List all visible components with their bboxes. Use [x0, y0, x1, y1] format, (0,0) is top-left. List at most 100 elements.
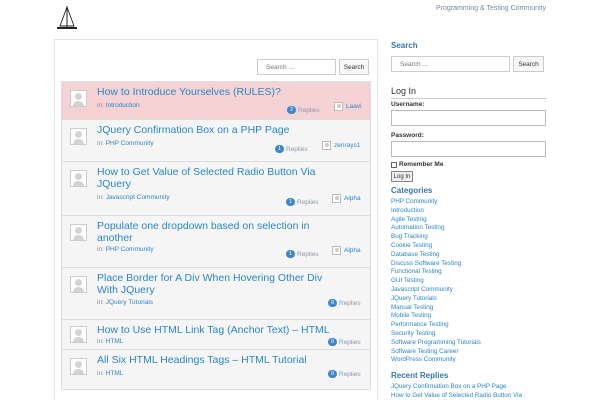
- category-link[interactable]: PHP Community: [391, 198, 547, 207]
- category-list: PHP Community Introduction Agile Testing Au…: [391, 198, 547, 365]
- category-link[interactable]: Functional Testing: [391, 268, 547, 277]
- sidebar-search-button[interactable]: Search: [513, 56, 544, 72]
- topic-avatar[interactable]: [70, 90, 87, 107]
- category-link[interactable]: Introduction: [391, 207, 547, 216]
- sidebar-search-title: Search: [391, 41, 418, 50]
- topic-replies: 2 Replies: [287, 106, 320, 114]
- category-link[interactable]: Security Testing: [391, 330, 547, 339]
- site-tagline: Programming & Testing Community: [436, 5, 546, 12]
- topic-forum-link[interactable]: JQuery Tutorials: [106, 299, 153, 306]
- topic-title[interactable]: How to Get Value of Selected Radio Butto…: [97, 166, 337, 190]
- category-link[interactable]: Software Testing Career: [391, 348, 547, 357]
- topic-row: Place Border for A Div When Hovering Oth…: [62, 268, 370, 320]
- topic-row: Populate one dropdown based on selection…: [62, 216, 370, 268]
- reply-count-badge: 2: [287, 106, 296, 114]
- user-avatar-icon: [322, 141, 331, 150]
- category-link[interactable]: Manual Testing: [391, 304, 547, 313]
- category-link[interactable]: Bug Tracking: [391, 233, 547, 242]
- topic-forum: in: PHP Community: [97, 140, 154, 147]
- topic-last-user[interactable]: Alpha: [332, 194, 361, 203]
- topic-forum-link[interactable]: Javascript Community: [106, 194, 170, 201]
- remember-me[interactable]: Remember Me: [391, 161, 547, 168]
- topic-avatar[interactable]: [70, 326, 87, 343]
- topic-row: How to Use HTML Link Tag (Anchor Text) –…: [62, 320, 370, 350]
- password-field[interactable]: [391, 140, 546, 157]
- topic-forum: in: JQuery Tutorials: [97, 299, 154, 306]
- topic-avatar[interactable]: [70, 128, 87, 145]
- topic-title[interactable]: JQuery Confirmation Box on a PHP Page: [97, 124, 337, 137]
- reply-count-badge: 1: [286, 198, 295, 206]
- topic-last-user[interactable]: zenrays1: [322, 141, 360, 150]
- topic-replies: 1 Replies: [275, 145, 308, 153]
- topic-forum: in: Javascript Community: [97, 194, 170, 201]
- category-link[interactable]: Database Testing: [391, 251, 547, 260]
- remember-me-checkbox[interactable]: [391, 161, 397, 168]
- topic-row: How to Introduce Yourselves (RULES)? in:…: [62, 82, 370, 120]
- category-link[interactable]: Cookie Testing: [391, 242, 547, 251]
- topic-title[interactable]: Place Border for A Div When Hovering Oth…: [97, 272, 337, 296]
- sidebar-search-input[interactable]: [391, 56, 510, 72]
- forum-main-panel: Search How to Introduce Yourselves (RULE…: [54, 39, 378, 400]
- topic-replies: 0 Replies: [328, 338, 361, 346]
- sidebar-search: Search: [391, 56, 547, 72]
- topic-forum-link[interactable]: Introduction: [106, 102, 140, 109]
- topic-forum-link[interactable]: PHP Community: [106, 246, 154, 253]
- login-button[interactable]: Log In: [391, 171, 413, 182]
- reply-count-badge: 0: [328, 370, 337, 378]
- forum-search: Search: [257, 59, 369, 75]
- topic-avatar[interactable]: [70, 276, 87, 293]
- sidebar: Search Search Log In Username: Password:…: [391, 41, 547, 400]
- recent-replies-title: Recent Replies: [391, 371, 449, 381]
- topic-forum: in: PHP Community: [97, 246, 154, 253]
- topic-replies: 0 Replies: [328, 299, 361, 307]
- category-link[interactable]: Javascript Community: [391, 286, 547, 295]
- topic-forum-link[interactable]: PHP Community: [106, 140, 154, 147]
- user-avatar-icon: [334, 102, 343, 111]
- reply-count-badge: 1: [286, 250, 295, 258]
- topic-forum: in: HTML: [97, 370, 124, 377]
- topic-replies: 0 Replies: [328, 370, 361, 378]
- topic-last-user[interactable]: Alpha: [332, 246, 361, 255]
- reply-count-badge: 1: [275, 145, 284, 153]
- forum-search-button[interactable]: Search: [339, 59, 369, 75]
- topic-title[interactable]: How to Use HTML Link Tag (Anchor Text) –…: [97, 324, 337, 337]
- category-link[interactable]: Software Programming Tutorials: [391, 339, 547, 348]
- topic-avatar[interactable]: [70, 170, 87, 187]
- topic-forum-link[interactable]: HTML: [106, 370, 124, 377]
- topic-title[interactable]: All Six HTML Headings Tags – HTML Tutori…: [97, 354, 337, 367]
- forum-search-input[interactable]: [257, 59, 336, 75]
- category-link[interactable]: Performance Testing: [391, 321, 547, 330]
- user-avatar-icon: [332, 194, 341, 203]
- topic-replies: 1 Replies: [286, 250, 319, 258]
- login-divider: [391, 98, 547, 99]
- reply-count-badge: 0: [328, 338, 337, 346]
- recent-reply-link[interactable]: JQuery Confirmation Box on a PHP Page: [391, 383, 547, 392]
- username-field[interactable]: [391, 110, 546, 126]
- category-link[interactable]: Discuss Software Testing: [391, 260, 547, 269]
- topic-row: How to Get Value of Selected Radio Butto…: [62, 162, 370, 216]
- category-link[interactable]: WordPress Community: [391, 356, 547, 365]
- reply-count-badge: 0: [328, 299, 337, 307]
- category-link[interactable]: GUI Testing: [391, 277, 547, 286]
- password-label: Password:: [391, 131, 424, 139]
- topic-list: How to Introduce Yourselves (RULES)? in:…: [61, 81, 371, 390]
- topic-title[interactable]: How to Introduce Yourselves (RULES)?: [97, 86, 337, 99]
- topic-forum: in: Introduction: [97, 102, 140, 109]
- username-label: Username:: [391, 101, 425, 108]
- category-link[interactable]: Agile Testing: [391, 216, 547, 225]
- recent-replies-list: JQuery Confirmation Box on a PHP Page How…: [391, 383, 547, 400]
- user-avatar-icon: [332, 246, 341, 255]
- category-link[interactable]: Mobile Testing: [391, 312, 547, 321]
- topic-forum-link[interactable]: HTML: [106, 338, 124, 345]
- topic-avatar[interactable]: [70, 224, 87, 241]
- topic-avatar[interactable]: [70, 358, 87, 375]
- topic-title[interactable]: Populate one dropdown based on selection…: [97, 220, 337, 244]
- topic-last-user[interactable]: Laavi: [334, 102, 362, 111]
- site-logo[interactable]: [55, 4, 79, 32]
- recent-reply-link[interactable]: How to Get Value of Selected Radio Butto…: [391, 392, 547, 400]
- topic-forum: in: HTML: [97, 338, 124, 345]
- login-title: Log In: [391, 86, 417, 96]
- category-link[interactable]: Automation Testing: [391, 224, 547, 233]
- category-link[interactable]: JQuery Tutorials: [391, 295, 547, 304]
- topic-row: JQuery Confirmation Box on a PHP Page in…: [62, 120, 370, 162]
